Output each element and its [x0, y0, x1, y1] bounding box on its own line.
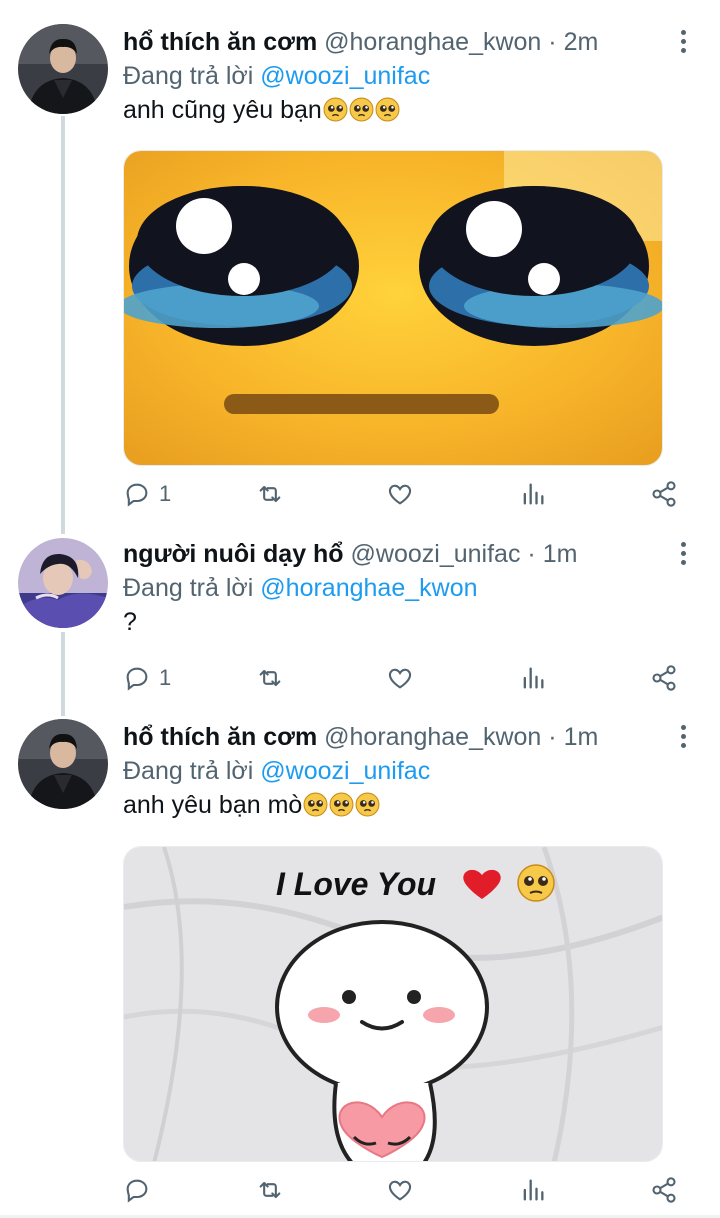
retweet-button[interactable] [256, 660, 292, 696]
reply-count: 1 [159, 481, 172, 506]
avatar[interactable] [18, 538, 108, 628]
retweet-button[interactable] [256, 476, 292, 512]
pleading-face-emoji [349, 97, 374, 122]
tweet-text-content: anh cũng yêu bạn [123, 96, 322, 124]
user-handle[interactable]: @horanghae_kwon [324, 723, 541, 751]
tweet-header: hổ thích ăn cơm @horanghae_kwon · 1m [123, 719, 598, 755]
pleading-face-emoji [355, 792, 380, 817]
separator: · [548, 28, 557, 56]
timestamp[interactable]: 2m [564, 28, 599, 56]
share-button[interactable] [650, 660, 678, 696]
timestamp[interactable]: 1m [564, 723, 599, 751]
tweet-actions: 1 [123, 476, 693, 512]
reply-to-handle[interactable]: @woozi_unifac [260, 757, 430, 785]
heart-icon [388, 484, 412, 505]
pleading-face-emoji [303, 792, 328, 817]
reply-icon [126, 483, 148, 507]
analytics-button[interactable] [519, 1172, 547, 1208]
reply-to-handle[interactable]: @woozi_unifac [260, 62, 430, 90]
analytics-icon [523, 1179, 544, 1201]
retweet-icon [259, 485, 281, 503]
more-options-icon[interactable] [672, 26, 694, 56]
replying-to: Đang trả lời @woozi_unifac [123, 753, 430, 789]
reply-prefix: Đang trả lời [123, 574, 254, 602]
pleading-face-emoji [375, 97, 400, 122]
image-caption: I Love You [276, 866, 436, 902]
share-icon [652, 665, 676, 691]
separator: · [527, 540, 536, 568]
like-button[interactable] [386, 1172, 422, 1208]
tweet-text-content: ? [123, 608, 137, 636]
user-handle[interactable]: @horanghae_kwon [324, 28, 541, 56]
tweet-header: hổ thích ăn cơm @horanghae_kwon · 2m [123, 24, 598, 60]
tweet-text: anh yêu bạn mò [123, 787, 380, 823]
share-icon [652, 1177, 676, 1203]
tweet-text: anh cũng yêu bạn [123, 92, 400, 128]
tweet[interactable]: người nuôi dạy hổ @woozi_unifac · 1m Đan… [0, 536, 720, 696]
display-name[interactable]: người nuôi dạy hổ [123, 540, 344, 568]
replying-to: Đang trả lời @woozi_unifac [123, 58, 430, 94]
heart-icon [388, 668, 412, 689]
tweet-image[interactable]: I Love You [123, 846, 663, 1162]
heart-icon [388, 1180, 412, 1201]
tweet-actions: 1 [123, 660, 693, 696]
more-options-icon[interactable] [672, 721, 694, 751]
tweet-image[interactable] [123, 150, 663, 466]
pleading-face-emoji [323, 97, 348, 122]
reply-icon [126, 667, 148, 691]
reply-button[interactable]: 1 [123, 660, 171, 696]
analytics-icon [523, 667, 544, 689]
pleading-face-emoji [329, 792, 354, 817]
reply-button[interactable]: 1 [123, 476, 171, 512]
analytics-button[interactable] [519, 476, 547, 512]
reply-button[interactable] [123, 1172, 159, 1208]
tweet-actions [123, 1172, 693, 1208]
tweet-header: người nuôi dạy hổ @woozi_unifac · 1m [123, 536, 577, 572]
avatar[interactable] [18, 24, 108, 114]
user-handle[interactable]: @woozi_unifac [351, 540, 521, 568]
tweet[interactable]: hổ thích ăn cơm @horanghae_kwon · 1m Đan… [0, 719, 720, 1214]
reply-prefix: Đang trả lời [123, 757, 254, 785]
analytics-button[interactable] [519, 660, 547, 696]
like-button[interactable] [386, 476, 422, 512]
tweet[interactable]: hổ thích ăn cơm @horanghae_kwon · 2m Đan… [0, 24, 720, 514]
reply-count: 1 [159, 665, 172, 690]
retweet-icon [259, 1181, 281, 1199]
like-button[interactable] [386, 660, 422, 696]
share-button[interactable] [650, 476, 678, 512]
avatar[interactable] [18, 719, 108, 809]
display-name[interactable]: hổ thích ăn cơm [123, 28, 317, 56]
share-button[interactable] [650, 1172, 678, 1208]
tweet-text: ? [123, 604, 137, 640]
analytics-icon [523, 483, 544, 505]
timestamp[interactable]: 1m [543, 540, 578, 568]
reply-icon [126, 1179, 148, 1203]
reply-prefix: Đang trả lời [123, 62, 254, 90]
reply-to-handle[interactable]: @horanghae_kwon [260, 574, 477, 602]
share-icon [652, 481, 676, 507]
more-options-icon[interactable] [672, 538, 694, 568]
replying-to: Đang trả lời @horanghae_kwon [123, 570, 478, 606]
display-name[interactable]: hổ thích ăn cơm [123, 723, 317, 751]
separator: · [548, 723, 557, 751]
tweet-text-content: anh yêu bạn mò [123, 791, 303, 819]
retweet-button[interactable] [256, 1172, 292, 1208]
retweet-icon [259, 669, 281, 687]
